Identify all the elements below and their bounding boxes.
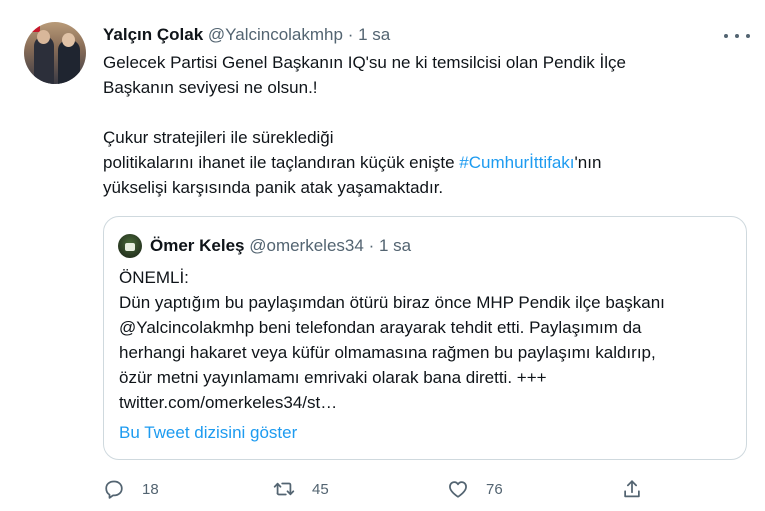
- separator-dot: ·: [368, 236, 375, 255]
- quoted-line: ÖNEMLİ:: [119, 268, 189, 287]
- retweet-button[interactable]: 45: [273, 474, 329, 504]
- more-options-icon[interactable]: [724, 26, 750, 46]
- tweet-header: Yalçın Çolak @Yalcincolakmhp · 1 sa: [103, 24, 390, 46]
- tweet-line: Başkanın seviyesi ne olsun.!: [103, 78, 318, 97]
- author-name[interactable]: Yalçın Çolak: [103, 25, 203, 44]
- quoted-line: twitter.com/omerkeles34/st…: [119, 393, 338, 412]
- separator-dot: ·: [347, 25, 354, 44]
- quoted-tweet[interactable]: Ömer Keleş @omerkeles34 · 1 sa ÖNEMLİ: D…: [103, 216, 747, 460]
- reply-count: 18: [142, 480, 159, 498]
- like-count: 76: [486, 480, 503, 498]
- quoted-tweet-text: ÖNEMLİ: Dün yaptığım bu paylaşımdan ötür…: [119, 265, 739, 415]
- quoted-tweet-time: 1 sa: [378, 236, 412, 255]
- tweet-actions: 18 45 76: [0, 474, 765, 504]
- hashtag-link[interactable]: #Cumhurİttifakı: [459, 153, 574, 172]
- retweet-count: 45: [312, 480, 329, 498]
- tweet-line-part: 'nın: [574, 153, 602, 172]
- quoted-line: herhangi hakaret veya küfür olmamasına r…: [119, 343, 656, 362]
- quoted-author-name: Ömer Keleş: [150, 236, 245, 255]
- like-icon: [449, 481, 467, 498]
- reply-button[interactable]: 18: [103, 474, 159, 504]
- tweet-text: Gelecek Partisi Genel Başkanın IQ'su ne …: [103, 50, 743, 200]
- tweet-line: Çukur stratejileri ile sürekledi​ği: [103, 128, 334, 147]
- tweet-time[interactable]: 1 sa: [358, 25, 390, 44]
- author-handle[interactable]: @Yalcincolakmhp: [208, 25, 343, 44]
- reply-icon: [105, 480, 123, 499]
- quoted-line: özür metni yayınlamamı emrivaki olarak b…: [119, 368, 547, 387]
- tweet[interactable]: Yalçın Çolak @Yalcincolakmhp · 1 sa Gele…: [0, 0, 765, 511]
- like-button[interactable]: 76: [447, 474, 503, 504]
- quoted-line: Dün yaptığım bu paylaşımdan ötürü biraz …: [119, 293, 665, 312]
- avatar-head-right: [62, 33, 75, 47]
- retweet-icon: [273, 482, 295, 496]
- share-button[interactable]: [621, 474, 643, 504]
- share-icon: [624, 480, 640, 498]
- author-avatar[interactable]: [24, 22, 86, 84]
- quoted-line: @Yalcincolakmhp beni telefondan arayarak…: [119, 318, 642, 337]
- tweet-line: politikalarını ihanet ile taçlandıran kü…: [103, 150, 743, 175]
- avatar-head-left: [37, 30, 50, 44]
- tweet-line-part: politikalarını ihanet ile taçlandıran kü…: [103, 153, 460, 172]
- quoted-author-avatar[interactable]: [118, 234, 142, 258]
- tweet-line: yükselişi karşısında panik atak yaşamakt…: [103, 178, 444, 197]
- show-thread-link[interactable]: Bu Tweet dizisini göster: [119, 422, 297, 444]
- quoted-tweet-header: Ömer Keleş @omerkeles34 · 1 sa: [150, 235, 411, 257]
- tweet-line: Gelecek Partisi Genel Başkanın IQ'su ne …: [103, 53, 626, 72]
- quoted-author-handle: @omerkeles34: [249, 236, 364, 255]
